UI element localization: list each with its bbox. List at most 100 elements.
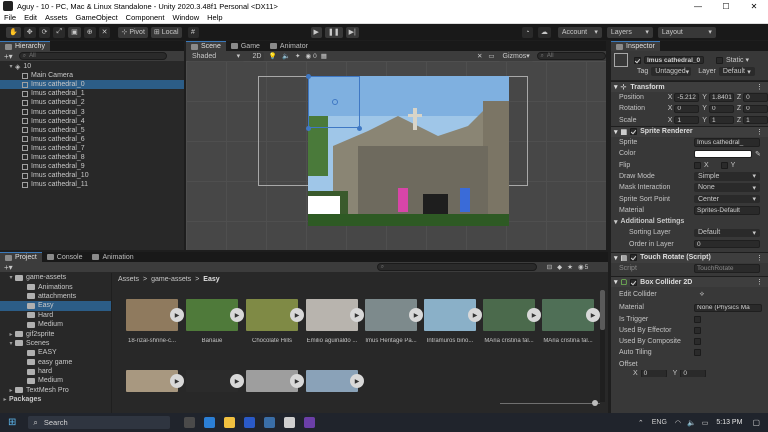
hand-tool-icon[interactable]: ✋ [6, 26, 21, 38]
asset-thumbnail[interactable]: ▶ [186, 370, 244, 392]
hierarchy-item[interactable]: Imus cathedral_4 [0, 117, 184, 126]
additional-settings-row[interactable]: ▾ Additional Settings [611, 216, 768, 227]
layout-dropdown[interactable]: Layout ▾ [657, 26, 716, 38]
component-menu-icon[interactable]: ⋮ [756, 278, 763, 286]
hierarchy-item[interactable]: Imus cathedral_8 [0, 153, 184, 162]
axis-x-label[interactable]: X [668, 117, 673, 124]
battery-icon[interactable]: ▭ [702, 419, 709, 427]
hierarchy-item[interactable]: Imus cathedral_9 [0, 162, 184, 171]
scene-row[interactable]: ▾ ◈ 10 [0, 62, 184, 71]
touch-rotate-enabled-checkbox[interactable] [630, 254, 638, 262]
asset-thumbnail[interactable]: ▶ [126, 370, 184, 392]
component-menu-icon[interactable]: ⋮ [756, 83, 763, 91]
camera-icon[interactable]: ▭ [488, 52, 494, 60]
offset-y-field[interactable]: 0 [680, 369, 707, 377]
asset-thumbnail[interactable]: ▶ 18-rizal-shrine-c... [126, 299, 184, 344]
2d-toggle[interactable]: 2D [250, 51, 264, 61]
transform-x-field[interactable]: -5.212 [674, 93, 700, 102]
wifi-icon[interactable]: ◠ [675, 419, 681, 427]
clock[interactable]: 5:13 PM [716, 419, 742, 426]
slider-thumb[interactable] [592, 400, 598, 406]
custom-tool-icon[interactable]: ✕ [98, 26, 111, 38]
hierarchy-search-input[interactable]: ⌕ All [18, 52, 167, 60]
expand-sprite-icon[interactable]: ▶ [290, 308, 304, 322]
effector-checkbox[interactable] [694, 326, 701, 334]
scale-tool-icon[interactable]: ⤢ [53, 26, 66, 38]
asset-thumbnail[interactable]: ▶ MAria cristina fal... [483, 299, 541, 344]
trigger-checkbox[interactable] [694, 315, 701, 323]
asset-thumbnail[interactable]: ▶ Imus Heritage Pa... [365, 299, 423, 344]
transform-x-field[interactable]: 1 [674, 115, 700, 125]
menu-window[interactable]: Window [172, 13, 199, 22]
asset-thumbnail[interactable]: ▶ [246, 370, 304, 392]
asset-thumbnail[interactable]: ▶ Emilio aguinaldo ... [306, 299, 364, 344]
grid-icon[interactable]: ▦ [321, 52, 327, 60]
hidden-objects-icon[interactable]: ◉ [305, 52, 311, 60]
sprite-field[interactable]: Imus cathedral_ [694, 138, 760, 147]
transform-y-field[interactable]: 0 [708, 104, 734, 114]
taskbar-search[interactable]: ⌕ Search [28, 416, 171, 429]
asset-thumbnail[interactable]: ▶ Intramuros bino... [424, 299, 482, 344]
add-icon[interactable]: +▾ [4, 52, 13, 61]
expand-sprite-icon[interactable]: ▶ [350, 308, 364, 322]
transform-header[interactable]: ▾ ⊹ Transform ⋮ [611, 81, 768, 92]
minimize-button[interactable]: — [684, 2, 712, 11]
scene-search-input[interactable]: ⌕ All [536, 52, 607, 60]
active-checkbox[interactable] [634, 56, 641, 64]
unity-hub-icon[interactable] [284, 417, 296, 428]
close-button[interactable]: ✕ [740, 2, 768, 11]
cloud-icon[interactable]: ☁ [537, 26, 551, 38]
layer-dropdown[interactable]: Default ▾ [718, 67, 755, 76]
hierarchy-item[interactable]: Imus cathedral_3 [0, 107, 184, 116]
layers-dropdown[interactable]: Layers ▾ [606, 26, 653, 38]
sort-point-dropdown[interactable]: Center ▾ [694, 194, 760, 204]
expand-sprite-icon[interactable]: ▶ [170, 374, 184, 388]
hierarchy-item[interactable]: Imus cathedral_11 [0, 180, 184, 189]
mail-icon[interactable] [264, 417, 276, 428]
hierarchy-item[interactable]: Main Camera [0, 71, 184, 80]
tab-hierarchy[interactable]: Hierarchy [0, 41, 50, 51]
audio-icon[interactable]: 🔈 [282, 52, 290, 60]
flip-x-checkbox[interactable] [694, 161, 701, 169]
task-view-icon[interactable] [184, 417, 196, 428]
local-toggle[interactable]: ⊞ Local [150, 26, 182, 38]
autotiling-checkbox[interactable] [694, 349, 701, 357]
hierarchy-item[interactable]: Imus cathedral_2 [0, 98, 184, 107]
gizmos-dropdown[interactable]: Gizmos ▾ [498, 50, 533, 62]
box-collider-header[interactable]: ▾ ▢ Box Collider 2D ⋮ [611, 276, 768, 288]
asset-thumbnail[interactable]: ▶ MAria cristina fal... [542, 299, 600, 344]
tab-scene[interactable]: Scene [186, 41, 226, 51]
composite-checkbox[interactable] [694, 338, 701, 346]
move-tool-icon[interactable]: ✥ [23, 26, 36, 38]
axis-y-label[interactable]: Y [702, 94, 707, 101]
asset-scrollbar-thumb[interactable] [600, 290, 605, 330]
axis-y-label[interactable]: Y [702, 117, 707, 124]
expand-sprite-icon[interactable]: ▶ [230, 374, 244, 388]
hierarchy-item[interactable]: Imus cathedral_5 [0, 126, 184, 135]
file-explorer-icon[interactable] [224, 417, 236, 428]
transform-x-field[interactable]: 0 [674, 104, 700, 114]
tag-dropdown[interactable]: Untagged ▾ [651, 67, 692, 76]
icon-size-slider[interactable] [500, 399, 600, 407]
transform-z-field[interactable]: 0 [743, 104, 768, 114]
hierarchy-item[interactable]: Imus cathedral_6 [0, 135, 184, 144]
expand-sprite-icon[interactable]: ▶ [290, 374, 304, 388]
pause-button[interactable]: ❚❚ [324, 26, 343, 38]
expand-sprite-icon[interactable]: ▶ [170, 308, 184, 322]
sorting-layer-dropdown[interactable]: Default ▾ [694, 228, 760, 238]
visual-studio-icon[interactable] [304, 417, 316, 428]
photoshop-icon[interactable] [244, 417, 256, 428]
rect-tool-icon[interactable]: ▣ [68, 26, 81, 38]
sprite-renderer-enabled-checkbox[interactable] [630, 128, 638, 136]
tab-game[interactable]: Game [226, 41, 265, 51]
sprite-renderer-header[interactable]: ▾ ▦ Sprite Renderer ⋮ [611, 125, 768, 137]
box-collider-enabled-checkbox[interactable] [630, 278, 638, 286]
axis-x-label[interactable]: X [668, 105, 673, 112]
hierarchy-item[interactable]: Imus cathedral_0 [0, 80, 184, 90]
expand-sprite-icon[interactable]: ▶ [409, 308, 423, 322]
material-field[interactable]: Sprites-Default [694, 206, 760, 215]
transform-z-field[interactable]: 1 [743, 115, 768, 125]
edit-collider-button[interactable]: ⟡ [694, 289, 710, 301]
maximize-button[interactable]: ☐ [712, 2, 740, 11]
play-button[interactable]: ▶ [310, 26, 322, 38]
